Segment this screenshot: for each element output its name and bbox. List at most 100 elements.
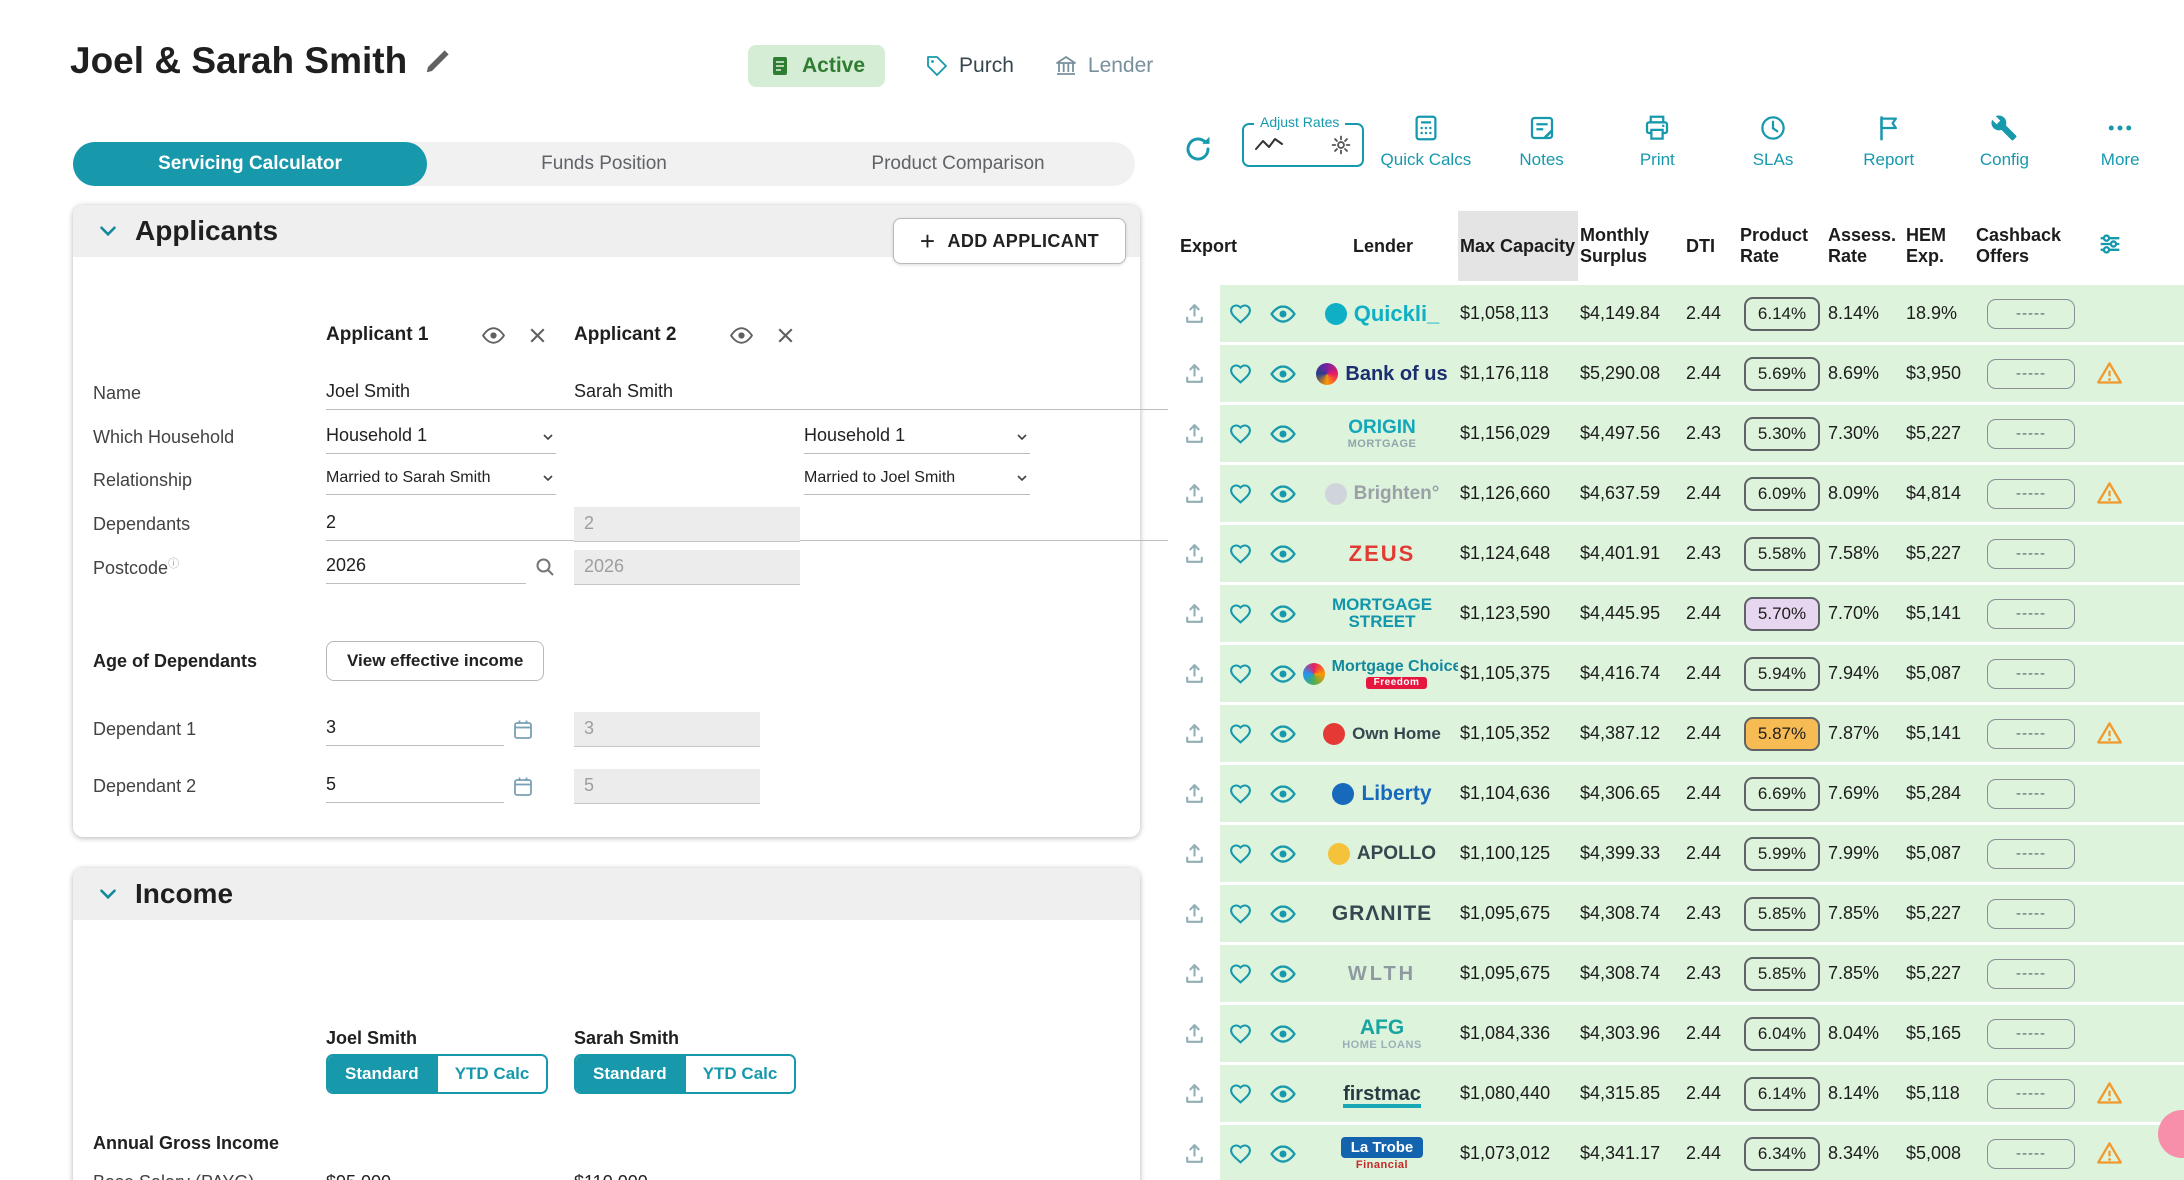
export-icon[interactable] bbox=[1182, 601, 1207, 626]
quick-calcs-button[interactable]: Quick Calcs bbox=[1368, 105, 1484, 170]
col-header-dti[interactable]: DTI bbox=[1684, 236, 1738, 257]
cashback-offers-value[interactable]: ----- bbox=[1987, 479, 2075, 509]
visibility-eye-icon[interactable] bbox=[1269, 1140, 1297, 1168]
cashback-offers-value[interactable]: ----- bbox=[1987, 899, 2075, 929]
visibility-eye-icon[interactable] bbox=[1269, 720, 1297, 748]
applicant1-standard-toggle[interactable]: Standard bbox=[328, 1056, 436, 1092]
warning-icon[interactable] bbox=[2096, 1080, 2123, 1107]
cashback-offers-value[interactable]: ----- bbox=[1987, 359, 2075, 389]
visibility-eye-icon[interactable] bbox=[1269, 660, 1297, 688]
add-applicant-button[interactable]: + ADD APPLICANT bbox=[893, 218, 1126, 264]
favorite-heart-icon[interactable] bbox=[1228, 781, 1253, 806]
visibility-eye-icon[interactable] bbox=[1269, 900, 1297, 928]
product-rate-value[interactable]: 6.69% bbox=[1744, 777, 1820, 811]
cashback-offers-value[interactable]: ----- bbox=[1987, 299, 2075, 329]
favorite-heart-icon[interactable] bbox=[1228, 841, 1253, 866]
applicant1-ytd-toggle[interactable]: YTD Calc bbox=[436, 1056, 547, 1092]
tab-servicing-calculator[interactable]: Servicing Calculator bbox=[73, 142, 427, 186]
tab-product-comparison[interactable]: Product Comparison bbox=[781, 142, 1135, 186]
applicant1-visibility-icon[interactable] bbox=[481, 323, 506, 348]
export-icon[interactable] bbox=[1182, 781, 1207, 806]
applicant2-ytd-toggle[interactable]: YTD Calc bbox=[684, 1056, 795, 1092]
export-icon[interactable] bbox=[1182, 301, 1207, 326]
gear-icon[interactable] bbox=[1330, 134, 1352, 156]
cashback-offers-value[interactable]: ----- bbox=[1987, 599, 2075, 629]
col-header-hem-exp[interactable]: HEM Exp. bbox=[1904, 225, 1974, 266]
applicant1-remove-icon[interactable] bbox=[525, 323, 550, 348]
col-header-monthly-surplus[interactable]: Monthly Surplus bbox=[1578, 225, 1684, 266]
applicant2-visibility-icon[interactable] bbox=[729, 323, 754, 348]
col-header-lender[interactable]: Lender bbox=[1306, 236, 1458, 257]
export-icon[interactable] bbox=[1182, 841, 1207, 866]
visibility-eye-icon[interactable] bbox=[1269, 780, 1297, 808]
favorite-heart-icon[interactable] bbox=[1228, 661, 1253, 686]
product-rate-value[interactable]: 6.14% bbox=[1744, 297, 1820, 331]
chevron-down-icon[interactable] bbox=[95, 218, 121, 244]
product-rate-value[interactable]: 5.99% bbox=[1744, 837, 1820, 871]
print-button[interactable]: Print bbox=[1599, 105, 1715, 170]
warning-icon[interactable] bbox=[2096, 720, 2123, 747]
product-rate-value[interactable]: 5.70% bbox=[1744, 597, 1820, 631]
cashback-offers-value[interactable]: ----- bbox=[1987, 839, 2075, 869]
export-icon[interactable] bbox=[1182, 1141, 1207, 1166]
refresh-icon[interactable] bbox=[1182, 133, 1214, 165]
applicant1-relationship-select[interactable]: Married to Sarah Smith bbox=[326, 465, 556, 495]
visibility-eye-icon[interactable] bbox=[1269, 600, 1297, 628]
config-button[interactable]: Config bbox=[1947, 105, 2063, 170]
view-effective-income-button[interactable]: View effective income bbox=[326, 641, 544, 681]
report-button[interactable]: Report bbox=[1831, 105, 1947, 170]
adjust-rates-control[interactable]: Adjust Rates bbox=[1242, 123, 1364, 167]
cashback-offers-value[interactable]: ----- bbox=[1987, 659, 2075, 689]
col-header-cashback-offers[interactable]: Cashback Offers bbox=[1974, 225, 2088, 266]
col-header-product-rate[interactable]: Product Rate bbox=[1738, 225, 1826, 266]
favorite-heart-icon[interactable] bbox=[1228, 481, 1253, 506]
more-button[interactable]: More bbox=[2062, 105, 2178, 170]
product-rate-value[interactable]: 6.34% bbox=[1744, 1137, 1820, 1171]
product-rate-value[interactable]: 5.85% bbox=[1744, 897, 1820, 931]
export-icon[interactable] bbox=[1182, 541, 1207, 566]
product-rate-value[interactable]: 5.58% bbox=[1744, 537, 1820, 571]
applicant1-postcode-input[interactable] bbox=[326, 551, 526, 584]
visibility-eye-icon[interactable] bbox=[1269, 360, 1297, 388]
product-rate-value[interactable]: 5.87% bbox=[1744, 717, 1820, 751]
col-header-assess-rate[interactable]: Assess. Rate bbox=[1826, 225, 1904, 266]
favorite-heart-icon[interactable] bbox=[1228, 361, 1253, 386]
favorite-heart-icon[interactable] bbox=[1228, 1081, 1253, 1106]
export-icon[interactable] bbox=[1182, 1081, 1207, 1106]
export-icon[interactable] bbox=[1182, 421, 1207, 446]
export-icon[interactable] bbox=[1182, 1021, 1207, 1046]
applicant2-standard-toggle[interactable]: Standard bbox=[576, 1056, 684, 1092]
export-icon[interactable] bbox=[1182, 361, 1207, 386]
calendar-icon[interactable] bbox=[511, 717, 535, 741]
dependant2-age1-input[interactable] bbox=[326, 770, 504, 803]
warning-icon[interactable] bbox=[2096, 480, 2123, 507]
product-rate-value[interactable]: 5.85% bbox=[1744, 957, 1820, 991]
favorite-heart-icon[interactable] bbox=[1228, 1021, 1253, 1046]
visibility-eye-icon[interactable] bbox=[1269, 1080, 1297, 1108]
favorite-heart-icon[interactable] bbox=[1228, 541, 1253, 566]
notes-button[interactable]: Notes bbox=[1484, 105, 1600, 170]
export-icon[interactable] bbox=[1182, 721, 1207, 746]
favorite-heart-icon[interactable] bbox=[1228, 901, 1253, 926]
cashback-offers-value[interactable]: ----- bbox=[1987, 1019, 2075, 1049]
slas-button[interactable]: SLAs bbox=[1715, 105, 1831, 170]
col-header-max-capacity[interactable]: Max Capacity bbox=[1458, 211, 1578, 281]
applicant2-remove-icon[interactable] bbox=[773, 323, 798, 348]
favorite-heart-icon[interactable] bbox=[1228, 1141, 1253, 1166]
applicant2-relationship-select[interactable]: Married to Joel Smith bbox=[804, 465, 1030, 495]
dependant1-age1-input[interactable] bbox=[326, 713, 504, 746]
visibility-eye-icon[interactable] bbox=[1269, 960, 1297, 988]
warning-icon[interactable] bbox=[2096, 360, 2123, 387]
visibility-eye-icon[interactable] bbox=[1269, 300, 1297, 328]
product-rate-value[interactable]: 5.94% bbox=[1744, 657, 1820, 691]
cashback-offers-value[interactable]: ----- bbox=[1987, 719, 2075, 749]
col-header-export[interactable]: Export bbox=[1168, 236, 1220, 257]
favorite-heart-icon[interactable] bbox=[1228, 601, 1253, 626]
product-rate-value[interactable]: 5.30% bbox=[1744, 417, 1820, 451]
edit-icon[interactable] bbox=[423, 46, 453, 76]
product-rate-value[interactable]: 6.14% bbox=[1744, 1077, 1820, 1111]
cashback-offers-value[interactable]: ----- bbox=[1987, 419, 2075, 449]
applicant1-household-select[interactable]: Household 1 bbox=[326, 421, 556, 454]
visibility-eye-icon[interactable] bbox=[1269, 1020, 1297, 1048]
cashback-offers-value[interactable]: ----- bbox=[1987, 779, 2075, 809]
